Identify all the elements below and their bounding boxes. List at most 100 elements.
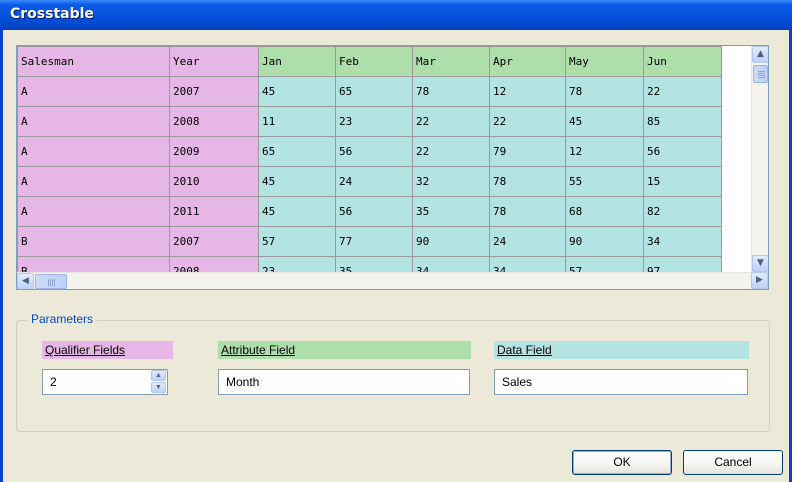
vertical-scroll-thumb[interactable] [753,65,768,83]
chevron-right-icon[interactable]: ▶ [751,272,768,289]
table-cell[interactable]: 57 [258,226,336,257]
table-cell[interactable]: 15 [643,166,722,197]
table-cell[interactable]: 23 [258,256,336,272]
parameters-group: Parameters Qualifier Fields 2 ▲ ▼ Attrib… [16,312,770,432]
table-cell[interactable]: 24 [489,226,566,257]
table-cell[interactable]: B [17,256,170,272]
column-header[interactable]: Feb [335,46,413,77]
table-cell[interactable]: 2007 [169,76,259,107]
table-cell[interactable]: 90 [412,226,490,257]
spin-down-icon[interactable]: ▼ [151,382,166,393]
table-cell[interactable]: 22 [489,106,566,137]
attribute-field-value: Month [226,375,260,389]
column-header[interactable]: Mar [412,46,490,77]
title-bar[interactable]: Crosstable [0,0,792,30]
chevron-left-icon[interactable]: ◀ [17,273,34,289]
table-row[interactable]: A 2008 11 23 22 22 45 85 [17,106,722,137]
table-cell[interactable]: A [17,106,170,137]
table-cell[interactable]: 24 [335,166,413,197]
table-cell[interactable]: 2008 [169,106,259,137]
table-row[interactable]: A 2007 45 65 78 12 78 22 [17,76,722,107]
table-cell[interactable]: 35 [412,196,490,227]
header-row: Salesman Year Jan Feb Mar Apr May Jun [17,46,722,77]
attribute-field-label: Attribute Field [218,341,471,359]
column-header[interactable]: Jan [258,46,336,77]
table-row[interactable]: B 2007 57 77 90 24 90 34 [17,226,722,257]
qualifier-fields-value: 2 [50,375,57,389]
horizontal-scroll-thumb[interactable] [35,274,67,289]
table-cell[interactable]: 34 [643,226,722,257]
table-cell[interactable]: A [17,166,170,197]
table-cell[interactable]: A [17,136,170,167]
table-cell[interactable]: 45 [258,196,336,227]
table-cell[interactable]: 32 [412,166,490,197]
spin-buttons: ▲ ▼ [151,370,167,394]
column-header[interactable]: May [565,46,644,77]
table-cell[interactable]: 56 [335,196,413,227]
column-header[interactable]: Apr [489,46,566,77]
data-table: Salesman Year Jan Feb Mar Apr May Jun A2… [17,46,722,272]
table-cell[interactable]: 90 [565,226,644,257]
table-cell[interactable]: 35 [335,256,413,272]
table-cell[interactable]: 68 [565,196,644,227]
table-cell[interactable]: 56 [335,136,413,167]
table-cell[interactable]: 55 [565,166,644,197]
table-cell[interactable]: 34 [489,256,566,272]
horizontal-scrollbar[interactable]: ◀ [17,272,751,289]
table-cell[interactable]: 78 [489,166,566,197]
column-header[interactable]: Salesman [17,46,170,77]
table-cell[interactable]: 78 [565,76,644,107]
attribute-field-input[interactable]: Month [218,369,470,395]
table-cell[interactable]: 2009 [169,136,259,167]
chevron-up-icon[interactable]: ▲ [752,46,768,63]
table-cell[interactable]: 78 [489,196,566,227]
table-cell[interactable]: 97 [643,256,722,272]
column-header[interactable]: Jun [643,46,722,77]
data-field-value: Sales [502,375,533,389]
vertical-scrollbar[interactable]: ▲ ▼ [751,46,768,272]
table-cell[interactable]: 82 [643,196,722,227]
ok-button[interactable]: OK [572,450,672,475]
table-cell[interactable]: 65 [335,76,413,107]
table-cell[interactable]: 45 [258,76,336,107]
table-cell[interactable]: A [17,196,170,227]
table-cell[interactable]: 12 [565,136,644,167]
table-cell[interactable]: 12 [489,76,566,107]
data-field-label: Data Field [494,341,749,359]
table-cell[interactable]: 57 [565,256,644,272]
table-cell[interactable]: 56 [643,136,722,167]
table-cell[interactable]: 34 [412,256,490,272]
cancel-button[interactable]: Cancel [683,450,783,475]
parameters-group-title: Parameters [27,312,98,326]
table-cell[interactable]: 78 [412,76,490,107]
qualifier-fields-spinner[interactable]: 2 ▲ ▼ [42,369,168,395]
table-cell[interactable]: 79 [489,136,566,167]
chevron-down-icon[interactable]: ▼ [752,255,768,272]
spin-up-icon[interactable]: ▲ [151,370,166,381]
table-cell[interactable]: 23 [335,106,413,137]
table-cell[interactable]: 22 [412,106,490,137]
table-cell[interactable]: 45 [258,166,336,197]
column-header[interactable]: Year [169,46,259,77]
table-cell[interactable]: 22 [412,136,490,167]
table-row[interactable]: A 2011 45 56 35 78 68 82 [17,196,722,227]
data-field-input[interactable]: Sales [494,369,748,395]
table-body: A 2007 45 65 78 12 78 22 A 2008 11 23 22 22 45 85 A 2009 6… [17,76,722,272]
table-cell[interactable]: 65 [258,136,336,167]
table-cell[interactable]: 2011 [169,196,259,227]
table-cell[interactable]: B [17,226,170,257]
table-cell[interactable]: 11 [258,106,336,137]
table-row[interactable]: B 2008 23 35 34 34 57 97 [17,256,722,272]
table-cell[interactable]: 45 [565,106,644,137]
table-cell[interactable]: 22 [643,76,722,107]
table-row[interactable]: A 2009 65 56 22 79 12 56 [17,136,722,167]
crosstable-dialog: Crosstable Salesman Year Jan Feb Mar Apr [0,0,792,482]
table-cell[interactable]: 85 [643,106,722,137]
table-cell[interactable]: A [17,76,170,107]
table-row[interactable]: A 2010 45 24 32 78 55 15 [17,166,722,197]
table-cell[interactable]: 2007 [169,226,259,257]
table-cell[interactable]: 2008 [169,256,259,272]
qualifier-fields-label: Qualifier Fields [42,341,173,359]
table-cell[interactable]: 2010 [169,166,259,197]
table-cell[interactable]: 77 [335,226,413,257]
